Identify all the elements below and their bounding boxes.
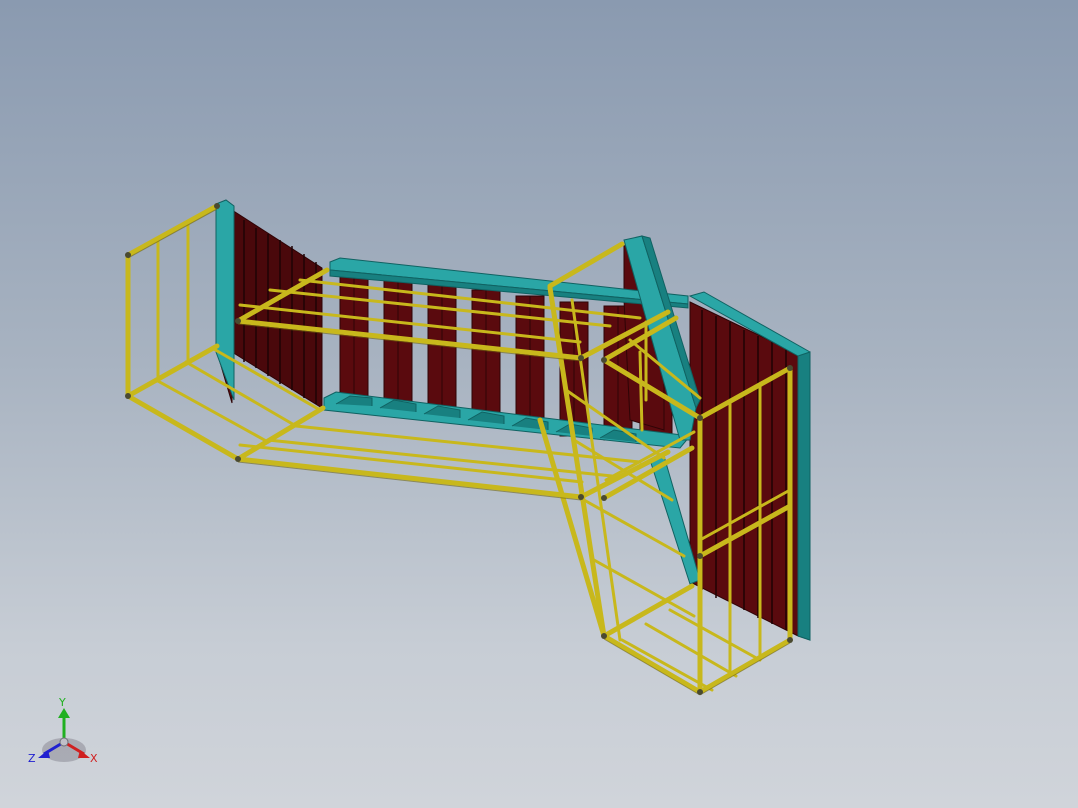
view-orientation-triad[interactable]: Y X Z (24, 692, 104, 772)
graphics-viewport[interactable]: Y X Z (0, 0, 1078, 808)
y-axis-label: Y (58, 696, 66, 709)
triad-origin (59, 737, 69, 747)
y-axis-head (58, 708, 70, 718)
stair-formwork-model[interactable] (0, 0, 1078, 808)
z-axis-label: Z (28, 752, 36, 765)
left-wall-channel (215, 199, 235, 401)
x-axis-label: X (90, 752, 98, 765)
